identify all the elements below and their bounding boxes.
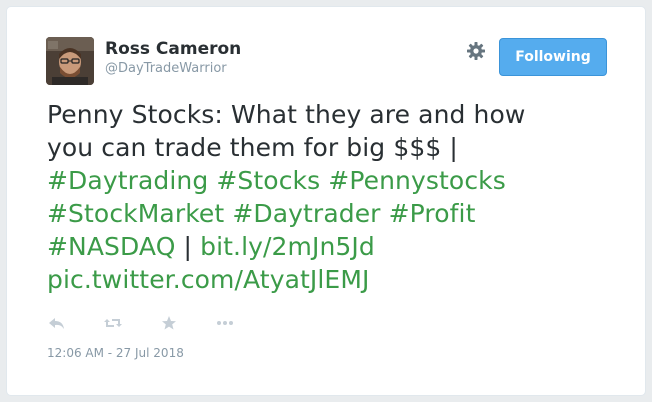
- short-link[interactable]: bit.ly/2mJn5Jd: [200, 232, 375, 261]
- user-name[interactable]: Ross Cameron: [105, 39, 241, 59]
- pic-link[interactable]: pic.twitter.com/AtyatJlEMJ: [47, 265, 369, 294]
- tweet-line: Penny Stocks: What they are and how: [47, 100, 526, 129]
- avatar-photo-icon: [46, 37, 94, 85]
- gear-icon[interactable]: [466, 41, 486, 61]
- avatar[interactable]: [46, 37, 94, 85]
- tweet-text: Penny Stocks: What they are and how you …: [47, 98, 627, 296]
- hashtag-nasdaq-link[interactable]: #NASDAQ: [47, 232, 175, 261]
- retweet-icon[interactable]: [102, 313, 124, 333]
- hashtag-link[interactable]: #Daytrading #Stocks #Pennystocks: [47, 166, 506, 195]
- pic-line: pic.twitter.com/AtyatJlEMJ: [47, 263, 627, 296]
- user-handle[interactable]: @DayTradeWarrior: [105, 61, 227, 76]
- tweet-card: Ross Cameron @DayTradeWarrior Following …: [6, 6, 646, 396]
- separator: |: [183, 232, 193, 261]
- hashtag-line: #NASDAQ | bit.ly/2mJn5Jd: [47, 230, 627, 263]
- reply-icon[interactable]: [46, 313, 68, 333]
- tweet-line: you can trade them for big $$$ |: [47, 133, 458, 162]
- favorite-icon[interactable]: [158, 313, 180, 333]
- hashtag-link[interactable]: #StockMarket #Daytrader #Profit: [47, 199, 475, 228]
- following-button[interactable]: Following: [499, 38, 607, 76]
- tweet-timestamp[interactable]: 12:06 AM - 27 Jul 2018: [47, 346, 184, 360]
- more-icon[interactable]: [214, 313, 236, 333]
- hashtag-line: #StockMarket #Daytrader #Profit: [47, 197, 627, 230]
- hashtag-line: #Daytrading #Stocks #Pennystocks: [47, 164, 627, 197]
